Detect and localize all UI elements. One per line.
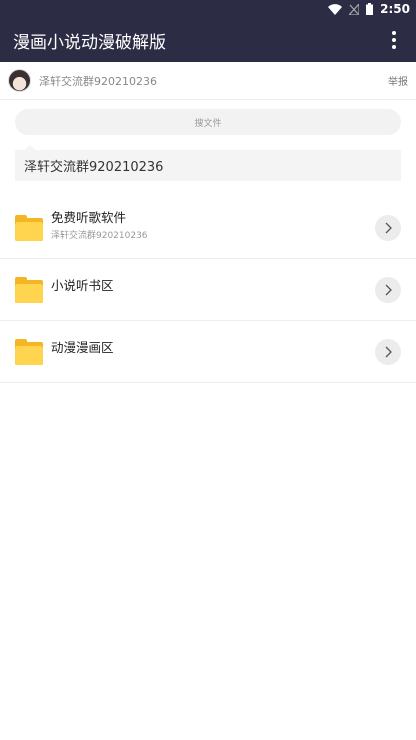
notice-text: 泽轩交流群920210236: [24, 160, 164, 175]
search-label: 搜文件: [194, 118, 222, 129]
folder-list: 免费听歌软件 泽轩交流群920210236 小说听书区 动漫漫画区: [0, 197, 416, 383]
avatar[interactable]: [8, 69, 31, 92]
chevron-right-icon[interactable]: [375, 276, 401, 303]
folder-title: 小说听书区: [51, 278, 114, 293]
folder-icon: [15, 338, 43, 365]
app-bar: 漫画小说动漫破解版: [0, 18, 416, 62]
notice-bubble: 泽轩交流群920210236: [15, 145, 401, 181]
owner-row: 泽轩交流群920210236 举报: [0, 62, 416, 100]
folder-icon: [15, 276, 43, 303]
chevron-right-icon[interactable]: [375, 214, 401, 241]
search-input[interactable]: 搜文件: [15, 109, 401, 135]
page-title: 漫画小说动漫破解版: [13, 32, 166, 53]
status-time: 2:50: [380, 2, 410, 16]
list-item[interactable]: 小说听书区: [0, 259, 416, 321]
status-bar: 2:50: [0, 0, 416, 18]
no-signal-icon: [349, 3, 360, 15]
battery-icon: [366, 3, 374, 15]
list-item[interactable]: 动漫漫画区: [0, 321, 416, 383]
folder-subtitle: 泽轩交流群920210236: [51, 230, 148, 241]
folder-title: 动漫漫画区: [51, 340, 114, 355]
owner-name[interactable]: 泽轩交流群920210236: [39, 73, 388, 89]
folder-title: 免费听歌软件: [51, 209, 127, 225]
chevron-right-icon[interactable]: [375, 338, 401, 365]
list-item[interactable]: 免费听歌软件 泽轩交流群920210236: [0, 197, 416, 259]
wifi-icon: [328, 3, 343, 15]
overflow-menu-icon[interactable]: [384, 26, 404, 54]
report-link[interactable]: 举报: [388, 73, 408, 88]
folder-icon: [15, 214, 43, 241]
